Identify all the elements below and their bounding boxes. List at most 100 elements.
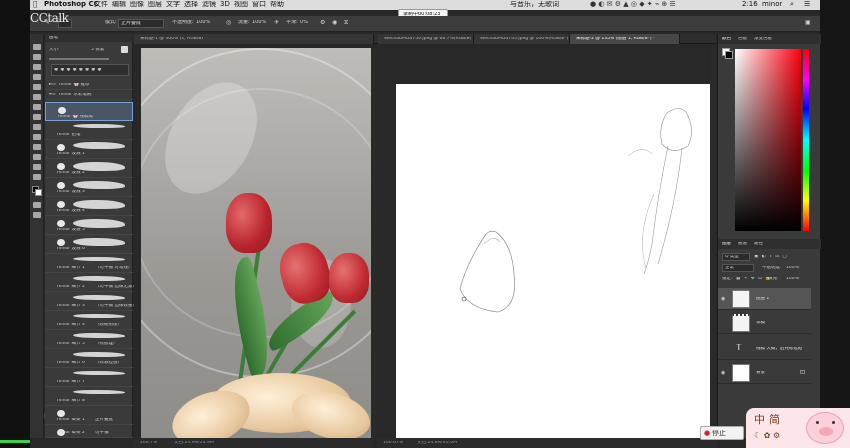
healing-tool-icon[interactable] [33, 94, 41, 100]
layer-row-4[interactable]: ◉ 背景 ⊡ [718, 362, 811, 384]
lock-icons[interactable]: ▦ ✎ ✥ ⊡ 🔒 [736, 277, 772, 282]
tab-gradients[interactable]: 渐变色板 [754, 37, 772, 42]
move-tool-icon[interactable] [33, 44, 41, 50]
brush-panel-tab[interactable]: 画笔 [49, 36, 58, 41]
hue-slider[interactable] [803, 49, 809, 231]
eye-icon[interactable]: ◉ [721, 370, 725, 376]
list-item[interactable]: minor 泼溅 4 [45, 197, 133, 216]
list-item[interactable]: minor 晕染 2 可平铺 [45, 425, 133, 438]
search-icon[interactable]: ⌕ [790, 1, 794, 8]
fill-value[interactable]: 100% [786, 277, 799, 282]
list-item[interactable]: minor 细节 8 [45, 387, 133, 406]
pig-widget[interactable]: 中简 ☾ ✿ ⚙ [746, 408, 850, 448]
size-slider[interactable] [49, 58, 109, 60]
background-color-swatch[interactable] [35, 189, 42, 196]
symmetry-icon[interactable]: ⧖ [344, 20, 348, 26]
hand-tool-icon[interactable] [33, 174, 41, 180]
stop-recording-button[interactable]: ● 停止 [700, 426, 744, 440]
layer-row-3[interactable]: T 线稿 大概，后光标选框 [718, 338, 811, 360]
bg-color-chip[interactable] [725, 51, 733, 59]
list-item[interactable]: minor 晕染 1 正片叠底 [45, 406, 133, 425]
layer-kind-filter[interactable]: Q 类型 [722, 253, 750, 261]
tab-layers[interactable]: 图层 [722, 242, 731, 247]
workspace-icon[interactable]: ▣ [805, 20, 811, 26]
drawing-canvas[interactable] [396, 84, 710, 438]
left-zoom[interactable]: 266.7% [140, 441, 157, 446]
list-item[interactable]: minor 泼溅 2 [45, 159, 133, 178]
tab-channels[interactable]: 通道 [738, 242, 747, 247]
list-item[interactable]: minor 🌸 线稿笔 [45, 102, 133, 121]
list-item[interactable]: minor 铅笔 [45, 121, 133, 140]
blend-mode-select[interactable]: 正常 [722, 264, 754, 272]
pressure-size-icon[interactable]: ◉ [332, 20, 337, 26]
brush-group-1[interactable]: ▸▭ minor 🌸 推荐 [45, 80, 133, 90]
list-item[interactable]: minor 泼溅 6 [45, 235, 133, 254]
lasso-tool-icon[interactable] [33, 64, 41, 70]
new-brush-icon[interactable] [121, 46, 128, 53]
eyedropper-tool-icon[interactable] [33, 84, 41, 90]
stamp-tool-icon[interactable] [33, 114, 41, 120]
dodge-tool-icon[interactable] [33, 144, 41, 150]
menu-edit[interactable]: 编辑 [112, 1, 126, 8]
app-name[interactable]: Photoshop CC [44, 1, 99, 8]
list-item[interactable]: minor 细节 6 （有颗粒感） [45, 349, 133, 368]
brush-size-value[interactable]: 5 像素 [91, 48, 104, 53]
reference-photo[interactable] [141, 48, 371, 438]
menu-image[interactable]: 图像 [130, 1, 144, 8]
layer-opacity-value[interactable]: 100% [786, 266, 799, 271]
pen-tool-icon[interactable] [33, 154, 41, 160]
list-item[interactable]: minor 泼溅 3 [45, 178, 133, 197]
smooth-value[interactable]: 0% [300, 20, 308, 25]
opacity-value[interactable]: 100% [196, 20, 210, 25]
menu-type[interactable]: 文字 [166, 1, 180, 8]
tab-untitled-1[interactable]: 未标题-1 @ 300% (1, RGB/8) * [134, 34, 374, 44]
list-item[interactable]: minor 细节 1 （可平铺 可勾线） [45, 254, 133, 273]
quick-mask-icon[interactable] [33, 202, 41, 208]
pressure-opacity-icon[interactable]: ◎ [226, 20, 231, 26]
left-doc-scrollbar[interactable] [372, 48, 376, 438]
tab-color[interactable]: 颜色 [722, 37, 731, 42]
menu-list-icon[interactable]: ☰ [804, 1, 810, 8]
brush-tool-icon-active[interactable] [33, 104, 41, 110]
list-item[interactable]: minor 细节 4 （较硬衔接） [45, 311, 133, 330]
brush-group-2[interactable]: ▾▭ minor 水彩笔刷 [45, 90, 133, 100]
layer-row-2[interactable]: 草稿 [718, 312, 811, 334]
list-item[interactable]: minor 细节 7 [45, 368, 133, 387]
menu-layer[interactable]: 图层 [148, 1, 162, 8]
list-item[interactable]: minor 细节 5 （有肌理） [45, 330, 133, 349]
color-picker-field[interactable] [735, 49, 801, 231]
crop-tool-icon[interactable] [33, 74, 41, 80]
eye-icon[interactable]: ◉ [721, 296, 725, 302]
menu-filter[interactable]: 滤镜 [202, 1, 216, 8]
tab-wechat-4745[interactable]: WechatIMG4745.jpeg @ 100%(RGB/8*) [474, 34, 570, 44]
tab-paths[interactable]: 路径 [754, 242, 763, 247]
eraser-tool-icon[interactable] [33, 124, 41, 130]
screen-mode-icon[interactable] [33, 212, 41, 218]
tab-swatches[interactable]: 色板 [738, 37, 747, 42]
type-tool-icon[interactable] [33, 164, 41, 170]
user-name[interactable]: minor [762, 1, 782, 8]
list-item[interactable]: minor 泼溅 1 [45, 140, 133, 159]
layer-row-1[interactable]: ◉ 图层 1 [718, 288, 811, 310]
menu-3d[interactable]: 3D [220, 1, 230, 8]
tab-wechat-4750[interactable]: WechatIMG4750.jpeg @ 66.7%(RGB/8) [378, 34, 474, 44]
list-item[interactable]: minor 细节 2 （可平铺 边缘无渐） [45, 273, 137, 292]
right-zoom[interactable]: 166.67% [383, 441, 403, 446]
tab-untitled-2[interactable]: 未标题-2 @ 135% (图层 1, RGB/8*) * [570, 34, 680, 44]
list-item[interactable]: minor 细节 3 （可平铺 边缘较重） [45, 292, 137, 311]
menu-window[interactable]: 窗口 [252, 1, 266, 8]
marquee-tool-icon[interactable] [33, 54, 41, 60]
filter-icons[interactable]: ▣ ◐ T ⊡ ▢ [754, 255, 788, 260]
flow-value[interactable]: 100% [252, 20, 266, 25]
airbrush-icon[interactable]: ✈ [274, 20, 279, 26]
menu-file[interactable]: 文件 [94, 1, 108, 8]
list-item[interactable]: minor 泼溅 5 [45, 216, 133, 235]
settings-gear-icon[interactable]: ⚙ [320, 20, 325, 26]
mode-select[interactable]: 正片叠底 [118, 19, 164, 28]
canvas-scrollbar[interactable] [711, 48, 716, 438]
menu-view[interactable]: 视图 [234, 1, 248, 8]
recent-brushes[interactable]: ✱✱✱✱✱✱✱✱ [51, 64, 129, 76]
menu-help[interactable]: 帮助 [270, 1, 284, 8]
gradient-tool-icon[interactable] [33, 134, 41, 140]
menu-select[interactable]: 选择 [184, 1, 198, 8]
